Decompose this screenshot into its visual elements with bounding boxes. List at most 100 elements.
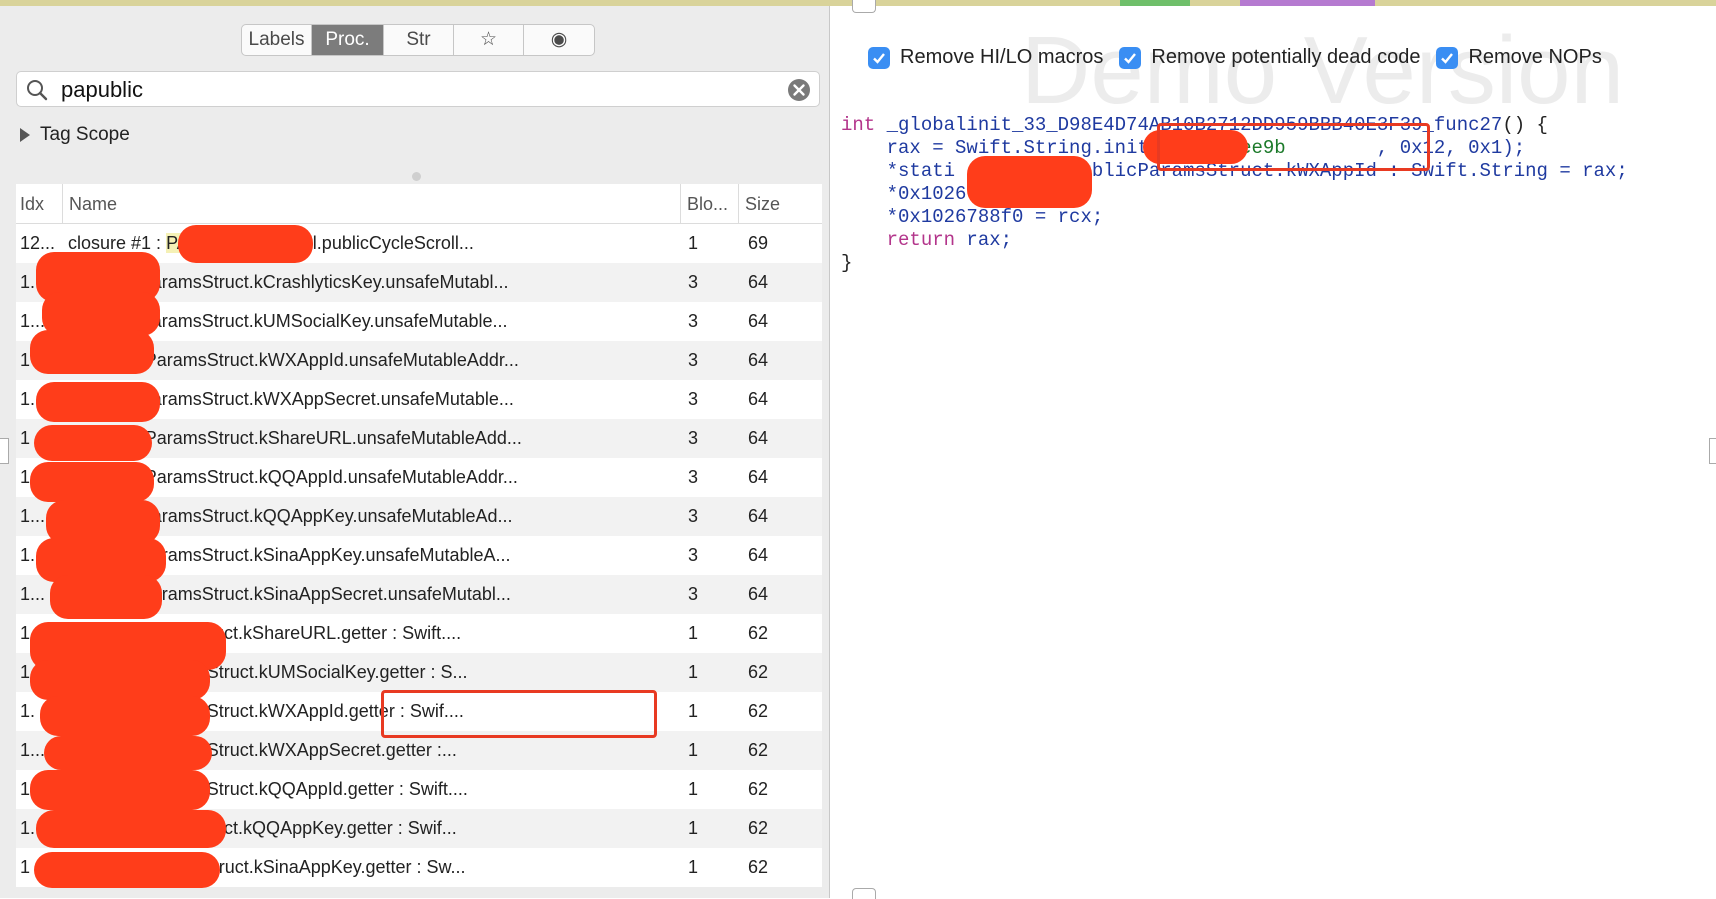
redaction-mark [40,696,210,736]
tab-strings[interactable]: Str [384,25,454,55]
demo-watermark: Demo Version [1021,17,1624,124]
cell-size: 62 [748,662,769,682]
code-text: } [841,252,853,274]
name-rest: ParamsStruct.kWXAppSecret.unsafeMutable.… [139,389,514,409]
redaction-mark [34,425,152,461]
pseudocode-panel: Demo Version Remove HI/LO macros Remove … [831,6,1716,898]
cell-blocks: 1 [688,818,699,838]
cell-size: 64 [748,428,769,448]
clear-search-icon[interactable] [787,78,811,102]
cell-blocks: 1 [688,857,699,877]
name-rest: ParamsStruct.kWXAppId.unsafeMutableAddr.… [144,350,519,370]
option-remove-nops[interactable]: Remove NOPs [1436,46,1602,69]
cell-blocks: 1 [688,233,699,253]
search-icon [27,80,48,101]
redaction-mark [34,852,220,888]
code-keyword: return [886,229,956,251]
tag-scope-label: Tag Scope [40,124,130,145]
cell-size: 64 [748,389,769,409]
tab-labels[interactable]: Labels [242,25,312,55]
tab-bookmarks[interactable]: ☆ [454,25,524,55]
cell-size: 62 [748,818,769,838]
cell-size: 64 [748,467,769,487]
code-text: = rcx; [1023,206,1104,228]
redaction-mark [30,462,154,502]
navigator-tabs: Labels Proc. Str ☆ ◉ [241,24,595,56]
name-rest: ParamsStruct.kUMSocialKey.unsafeMutable.… [139,311,508,331]
cell-blocks: 3 [688,272,699,292]
column-header-name[interactable]: Name [62,184,629,224]
disclosure-triangle-icon [20,128,30,142]
splitter-handle-bottom[interactable] [852,888,876,899]
cell-size: 64 [748,272,769,292]
cell-blocks: 1 [688,623,699,643]
cell-blocks: 1 [688,740,699,760]
cell-blocks: 3 [688,389,699,409]
checkbox-checked-icon[interactable] [1119,46,1142,69]
checkbox-checked-icon[interactable] [1436,46,1459,69]
name-rest: ParamsStruct.kShareURL.unsafeMutableAdd.… [144,428,522,448]
option-remove-dead-code[interactable]: Remove potentially dead code [1119,46,1420,69]
column-header-blocks[interactable]: Blo... [680,184,737,224]
cell-blocks: 1 [688,779,699,799]
tab-procedures[interactable]: Proc. [312,25,384,55]
cell-size: 64 [748,584,769,604]
cell-size: 62 [748,857,769,877]
cell-blocks: 3 [688,311,699,331]
column-header-size[interactable]: Size [738,184,815,224]
cell-size: 64 [748,506,769,526]
cell-size: 62 [748,779,769,799]
cell-size: 69 [748,233,769,253]
code-address[interactable]: *0x1026788f0 [887,206,1024,228]
cell-size: 64 [748,545,769,565]
cell-blocks: 3 [688,428,699,448]
right-edge-handle[interactable] [1709,438,1716,464]
tag-scope-disclosure[interactable]: Tag Scope [20,124,130,146]
table-header: Idx Name Blo... Size [16,184,822,224]
option-label: Remove NOPs [1468,46,1602,68]
code-keyword: int [841,114,876,136]
cell-blocks: 3 [688,350,699,370]
search-field [16,71,820,107]
code-text: rax = [886,137,956,159]
cell-blocks: 3 [688,584,699,604]
redaction-mark [30,770,210,810]
cell-size: 64 [748,311,769,331]
column-header-idx[interactable]: Idx [20,184,60,224]
cell-blocks: 3 [688,467,699,487]
checkbox-checked-icon[interactable] [868,46,890,69]
tab-tags[interactable]: ◉ [524,25,594,55]
cell-size: 62 [748,623,769,643]
cell-name: .PAPublicParamsStruct.kShareURL.unsafeMu… [68,419,678,458]
cell-blocks: 1 [688,662,699,682]
code-text: () { [1502,114,1548,136]
code-text: *0x1026 [886,183,967,205]
option-remove-hilo[interactable]: Remove HI/LO macros [868,46,1103,69]
code-text: rax; [955,229,1013,251]
pseudocode-options: Remove HI/LO macros Remove potentially d… [868,46,1618,69]
name-prefix: closure #1 : [68,233,167,253]
name-rest: ParamsStruct.kSinaAppKey.unsafeMutableA.… [139,545,511,565]
splitter-handle-top[interactable] [852,0,876,13]
redaction-mark [30,330,154,374]
cell-blocks: 3 [688,506,699,526]
redaction-mark [50,575,162,619]
option-label: Remove potentially dead code [1151,46,1421,68]
redaction-mark [36,382,160,422]
name-rest: ParamsStruct.kCrashlyticsKey.unsafeMutab… [139,272,509,292]
redaction-mark [967,156,1092,208]
cell-blocks: 1 [688,701,699,721]
splitter-grip[interactable] [412,172,421,181]
option-label: Remove HI/LO macros [900,46,1104,68]
redaction-mark [178,225,313,263]
code-text: *stati [886,160,956,182]
annotation-box [381,690,657,738]
cell-size: 64 [748,350,769,370]
name-rest: ParamsStruct.kSinaAppSecret.unsafeMutabl… [139,584,511,604]
cell-blocks: 3 [688,545,699,565]
redaction-mark [44,736,212,770]
search-input[interactable] [59,74,763,106]
cell-name: .PAPublicParamsStruct.kQQAppId.unsafeMut… [68,458,678,497]
cell-name: closure #1 : PAPublicBoardCell.publicCyc… [68,224,678,263]
left-edge-handle[interactable] [0,438,9,464]
